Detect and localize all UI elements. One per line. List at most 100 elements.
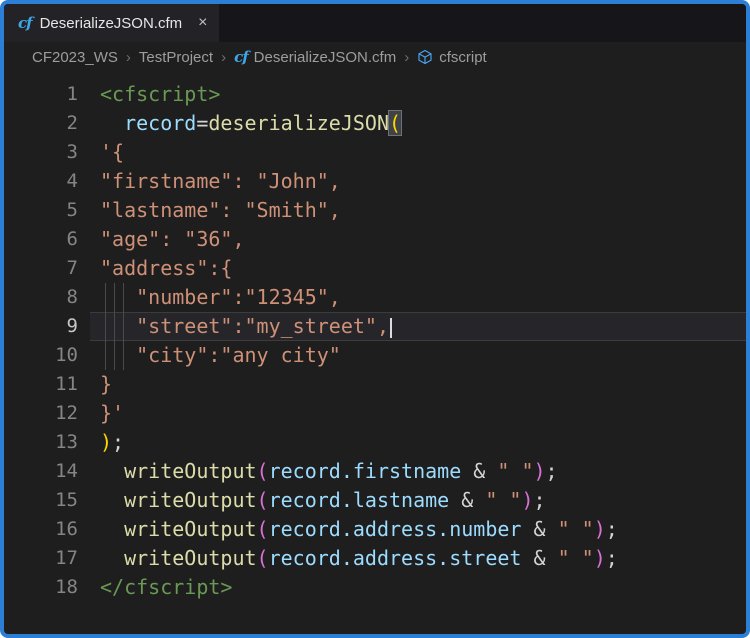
coldfusion-icon: cf — [234, 50, 248, 65]
code-line[interactable]: 12 }' — [4, 399, 746, 428]
code-token: deserializeJSON — [208, 111, 389, 135]
breadcrumb-item-symbol[interactable]: cfscript — [439, 49, 487, 66]
indent-guide — [114, 283, 115, 312]
code-token: "address":{ — [100, 256, 232, 280]
code-line[interactable]: 7"address":{ — [4, 254, 746, 283]
tab-title: DeserializeJSON.cfm — [40, 15, 183, 32]
vscode-window: cf DeserializeJSON.cfm × CF2023_WS › Tes… — [0, 0, 750, 638]
code-token: "number":"12345", — [100, 285, 341, 309]
code-line[interactable]: 8 "number":"12345", — [4, 283, 746, 312]
code-token: }' — [100, 401, 124, 425]
code-line-content: }' — [90, 399, 746, 428]
code-token: ( — [257, 459, 269, 483]
code-token: ; — [112, 430, 124, 454]
code-line[interactable]: 3 '{ — [4, 138, 746, 167]
symbol-cube-icon — [417, 49, 433, 65]
line-number: 1 — [4, 80, 90, 109]
line-number: 8 — [4, 283, 90, 312]
code-line[interactable]: 13); — [4, 428, 746, 457]
code-token: ; — [534, 488, 546, 512]
indent-guide — [123, 283, 124, 312]
line-number: 9 — [4, 312, 90, 341]
code-token: writeOutput — [124, 517, 256, 541]
breadcrumb-item-project[interactable]: TestProject — [139, 49, 213, 66]
text-cursor — [390, 318, 392, 338]
code-token: ) — [594, 546, 606, 570]
close-icon[interactable]: × — [198, 14, 207, 32]
code-line-content: "age": "36", — [90, 225, 746, 254]
code-token: & — [449, 488, 485, 512]
code-token: ( — [257, 488, 269, 512]
code-token: record.address.number — [269, 517, 522, 541]
code-line-content: writeOutput(record.address.street & " ")… — [90, 544, 746, 573]
code-line-content: writeOutput(record.address.number & " ")… — [90, 515, 746, 544]
code-token — [100, 459, 124, 483]
code-token: } — [100, 372, 112, 396]
code-token: record.lastname — [269, 488, 450, 512]
code-line[interactable]: 2 record=deserializeJSON( — [4, 109, 746, 138]
line-number: 13 — [4, 428, 90, 457]
code-token: "street":"my_street", — [100, 314, 389, 338]
code-token: '{ — [100, 140, 124, 164]
code-token: <cfscript> — [100, 82, 220, 106]
line-number: 5 — [4, 196, 90, 225]
chevron-separator: › — [219, 49, 228, 66]
code-line[interactable]: 16 writeOutput(record.address.number & "… — [4, 515, 746, 544]
line-number: 12 — [4, 399, 90, 428]
code-line[interactable]: 18</cfscript> — [4, 573, 746, 602]
code-line[interactable]: 17 writeOutput(record.address.street & "… — [4, 544, 746, 573]
indent-guide — [105, 312, 106, 341]
tab-deserializejson-cfm[interactable]: cf DeserializeJSON.cfm × — [4, 4, 219, 42]
indent-guide — [123, 341, 124, 370]
line-number: 2 — [4, 109, 90, 138]
code-token: "firstname": "John", — [100, 169, 341, 193]
code-line-content: <cfscript> — [90, 80, 746, 109]
code-line[interactable]: 14 writeOutput(record.firstname & " "); — [4, 457, 746, 486]
code-token: = — [196, 111, 208, 135]
line-number: 10 — [4, 341, 90, 370]
code-line[interactable]: 11} — [4, 370, 746, 399]
code-token: & — [521, 546, 557, 570]
code-token: ) — [521, 488, 533, 512]
coldfusion-icon: cf — [18, 16, 32, 31]
code-token: </cfscript> — [100, 575, 232, 599]
code-line[interactable]: 5"lastname": "Smith", — [4, 196, 746, 225]
code-line[interactable]: 10 "city":"any city" — [4, 341, 746, 370]
code-token: ( — [389, 111, 401, 135]
line-number: 17 — [4, 544, 90, 573]
code-token: ( — [257, 517, 269, 541]
code-token: " " — [558, 546, 594, 570]
code-token: writeOutput — [124, 459, 256, 483]
code-line[interactable]: 15 writeOutput(record.lastname & " "); — [4, 486, 746, 515]
code-line-content: } — [90, 370, 746, 399]
code-token: ) — [534, 459, 546, 483]
code-token — [100, 488, 124, 512]
code-token: " " — [558, 517, 594, 541]
code-token: & — [461, 459, 497, 483]
line-number: 4 — [4, 167, 90, 196]
code-line[interactable]: 9 "street":"my_street", — [4, 312, 746, 341]
line-number: 14 — [4, 457, 90, 486]
code-editor[interactable]: 1 <cfscript> 2 record=deserializeJSON(3 '{ 4… — [4, 72, 746, 634]
breadcrumb-item-workspace[interactable]: CF2023_WS — [32, 49, 118, 66]
code-token — [100, 111, 124, 135]
code-line-content: ); — [90, 428, 746, 457]
line-number: 15 — [4, 486, 90, 515]
code-line[interactable]: 6"age": "36", — [4, 225, 746, 254]
code-token: ) — [594, 517, 606, 541]
code-line[interactable]: 4 "firstname": "John", — [4, 167, 746, 196]
code-token: ( — [257, 546, 269, 570]
code-token: writeOutput — [124, 488, 256, 512]
code-token: "city":"any city" — [100, 343, 341, 367]
code-line-content: "street":"my_street", — [90, 312, 746, 341]
code-token: " " — [497, 459, 533, 483]
code-token: record.address.street — [269, 546, 522, 570]
code-token: ; — [606, 546, 618, 570]
line-number: 16 — [4, 515, 90, 544]
indent-guide — [123, 312, 124, 341]
line-number: 3 — [4, 138, 90, 167]
indent-guide — [105, 341, 106, 370]
code-line-content: "lastname": "Smith", — [90, 196, 746, 225]
code-line[interactable]: 1 <cfscript> — [4, 80, 746, 109]
breadcrumb-item-file[interactable]: DeserializeJSON.cfm — [254, 49, 397, 66]
